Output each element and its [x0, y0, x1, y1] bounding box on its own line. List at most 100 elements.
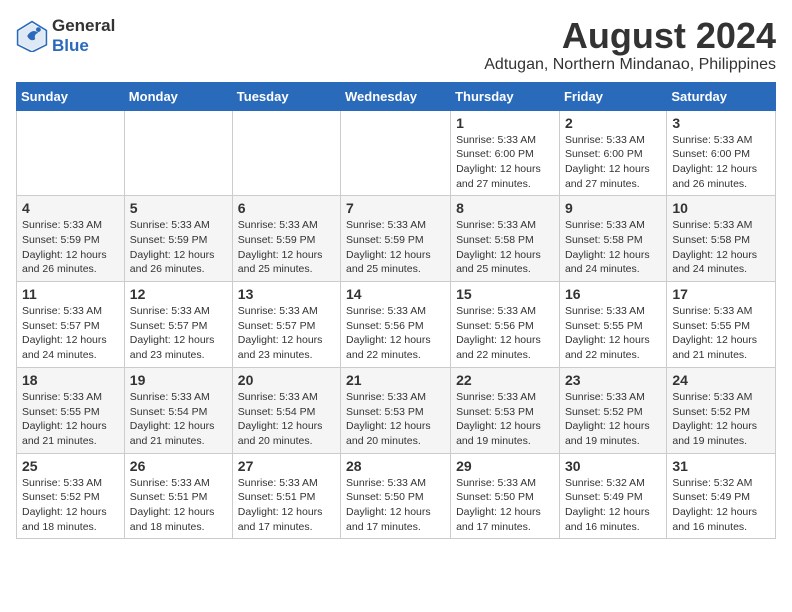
- logo-blue: Blue: [52, 36, 115, 56]
- calendar-cell: 19 Sunrise: 5:33 AMSunset: 5:54 PMDayligh…: [124, 367, 232, 453]
- day-number: 17: [672, 286, 770, 302]
- day-number: 21: [346, 372, 445, 388]
- weekday-header: Wednesday: [341, 82, 451, 110]
- day-info: Sunrise: 5:32 AMSunset: 5:49 PMDaylight:…: [565, 476, 661, 535]
- day-info: Sunrise: 5:33 AMSunset: 5:59 PMDaylight:…: [346, 218, 445, 277]
- calendar-cell: 29 Sunrise: 5:33 AMSunset: 5:50 PMDayligh…: [451, 453, 560, 539]
- day-number: 20: [238, 372, 335, 388]
- day-number: 9: [565, 200, 661, 216]
- weekday-header-row: SundayMondayTuesdayWednesdayThursdayFrid…: [17, 82, 776, 110]
- calendar-cell: 8Sunrise: 5:33 AMSunset: 5:58 PMDaylight…: [451, 196, 560, 282]
- calendar-cell: [341, 110, 451, 196]
- calendar-cell: 10Sunrise: 5:33 AMSunset: 5:58 PMDayligh…: [667, 196, 776, 282]
- weekday-header: Monday: [124, 82, 232, 110]
- day-info: Sunrise: 5:33 AMSunset: 5:52 PMDaylight:…: [672, 390, 770, 449]
- day-number: 7: [346, 200, 445, 216]
- calendar-cell: 7 Sunrise: 5:33 AMSunset: 5:59 PMDaylight…: [341, 196, 451, 282]
- calendar-week-row: 4 Sunrise: 5:33 AMSunset: 5:59 PMDaylight…: [17, 196, 776, 282]
- month-year: August 2024: [484, 16, 776, 56]
- day-number: 23: [565, 372, 661, 388]
- day-number: 3: [672, 115, 770, 131]
- day-number: 27: [238, 458, 335, 474]
- calendar-week-row: 25Sunrise: 5:33 AMSunset: 5:52 PMDayligh…: [17, 453, 776, 539]
- day-number: 6: [238, 200, 335, 216]
- day-info: Sunrise: 5:33 AMSunset: 5:52 PMDaylight:…: [22, 476, 119, 535]
- logo-general: General: [52, 16, 115, 36]
- calendar-cell: 1Sunrise: 5:33 AMSunset: 6:00 PMDaylight…: [451, 110, 560, 196]
- calendar-cell: 30 Sunrise: 5:32 AMSunset: 5:49 PMDayligh…: [559, 453, 666, 539]
- day-number: 30: [565, 458, 661, 474]
- calendar-cell: 11 Sunrise: 5:33 AMSunset: 5:57 PMDayligh…: [17, 282, 125, 368]
- day-number: 10: [672, 200, 770, 216]
- calendar-cell: 14 Sunrise: 5:33 AMSunset: 5:56 PMDayligh…: [341, 282, 451, 368]
- day-info: Sunrise: 5:33 AMSunset: 5:55 PMDaylight:…: [565, 304, 661, 363]
- day-info: Sunrise: 5:33 AMSunset: 5:59 PMDaylight:…: [130, 218, 227, 277]
- day-number: 28: [346, 458, 445, 474]
- weekday-header: Friday: [559, 82, 666, 110]
- day-info: Sunrise: 5:33 AMSunset: 5:52 PMDaylight:…: [565, 390, 661, 449]
- day-info: Sunrise: 5:32 AMSunset: 5:49 PMDaylight:…: [672, 476, 770, 535]
- calendar-cell: 21 Sunrise: 5:33 AMSunset: 5:53 PMDayligh…: [341, 367, 451, 453]
- day-number: 19: [130, 372, 227, 388]
- day-number: 2: [565, 115, 661, 131]
- calendar-cell: 25Sunrise: 5:33 AMSunset: 5:52 PMDayligh…: [17, 453, 125, 539]
- day-info: Sunrise: 5:33 AMSunset: 5:57 PMDaylight:…: [130, 304, 227, 363]
- day-info: Sunrise: 5:33 AMSunset: 5:57 PMDaylight:…: [22, 304, 119, 363]
- day-info: Sunrise: 5:33 AMSunset: 5:54 PMDaylight:…: [130, 390, 227, 449]
- day-info: Sunrise: 5:33 AMSunset: 5:56 PMDaylight:…: [456, 304, 554, 363]
- day-number: 5: [130, 200, 227, 216]
- day-info: Sunrise: 5:33 AMSunset: 5:51 PMDaylight:…: [130, 476, 227, 535]
- calendar-week-row: 11 Sunrise: 5:33 AMSunset: 5:57 PMDayligh…: [17, 282, 776, 368]
- day-info: Sunrise: 5:33 AMSunset: 5:58 PMDaylight:…: [565, 218, 661, 277]
- day-info: Sunrise: 5:33 AMSunset: 5:56 PMDaylight:…: [346, 304, 445, 363]
- logo-text: General Blue: [52, 16, 115, 56]
- calendar-cell: 23 Sunrise: 5:33 AMSunset: 5:52 PMDayligh…: [559, 367, 666, 453]
- calendar-table: SundayMondayTuesdayWednesdayThursdayFrid…: [16, 82, 776, 540]
- calendar-cell: 15 Sunrise: 5:33 AMSunset: 5:56 PMDayligh…: [451, 282, 560, 368]
- day-number: 4: [22, 200, 119, 216]
- day-number: 13: [238, 286, 335, 302]
- day-number: 26: [130, 458, 227, 474]
- day-number: 29: [456, 458, 554, 474]
- weekday-header: Thursday: [451, 82, 560, 110]
- calendar-cell: 12 Sunrise: 5:33 AMSunset: 5:57 PMDayligh…: [124, 282, 232, 368]
- day-info: Sunrise: 5:33 AMSunset: 5:50 PMDaylight:…: [346, 476, 445, 535]
- day-info: Sunrise: 5:33 AMSunset: 5:53 PMDaylight:…: [456, 390, 554, 449]
- day-info: Sunrise: 5:33 AMSunset: 5:59 PMDaylight:…: [238, 218, 335, 277]
- calendar-cell: 17 Sunrise: 5:33 AMSunset: 5:55 PMDayligh…: [667, 282, 776, 368]
- day-number: 11: [22, 286, 119, 302]
- calendar-cell: 20 Sunrise: 5:33 AMSunset: 5:54 PMDayligh…: [232, 367, 340, 453]
- day-number: 12: [130, 286, 227, 302]
- day-info: Sunrise: 5:33 AMSunset: 6:00 PMDaylight:…: [565, 133, 661, 192]
- calendar-week-row: 18Sunrise: 5:33 AMSunset: 5:55 PMDayligh…: [17, 367, 776, 453]
- day-info: Sunrise: 5:33 AMSunset: 5:50 PMDaylight:…: [456, 476, 554, 535]
- calendar-cell: 2 Sunrise: 5:33 AMSunset: 6:00 PMDaylight…: [559, 110, 666, 196]
- calendar-cell: 18Sunrise: 5:33 AMSunset: 5:55 PMDayligh…: [17, 367, 125, 453]
- day-number: 24: [672, 372, 770, 388]
- day-number: 31: [672, 458, 770, 474]
- day-info: Sunrise: 5:33 AMSunset: 5:55 PMDaylight:…: [22, 390, 119, 449]
- calendar-cell: 13Sunrise: 5:33 AMSunset: 5:57 PMDayligh…: [232, 282, 340, 368]
- day-number: 16: [565, 286, 661, 302]
- calendar-cell: 16 Sunrise: 5:33 AMSunset: 5:55 PMDayligh…: [559, 282, 666, 368]
- calendar-cell: 28 Sunrise: 5:33 AMSunset: 5:50 PMDayligh…: [341, 453, 451, 539]
- day-info: Sunrise: 5:33 AMSunset: 5:53 PMDaylight:…: [346, 390, 445, 449]
- weekday-header: Saturday: [667, 82, 776, 110]
- calendar-cell: 26 Sunrise: 5:33 AMSunset: 5:51 PMDayligh…: [124, 453, 232, 539]
- day-info: Sunrise: 5:33 AMSunset: 5:59 PMDaylight:…: [22, 218, 119, 277]
- calendar-week-row: 1Sunrise: 5:33 AMSunset: 6:00 PMDaylight…: [17, 110, 776, 196]
- day-info: Sunrise: 5:33 AMSunset: 5:55 PMDaylight:…: [672, 304, 770, 363]
- logo: General Blue: [16, 16, 115, 56]
- calendar-cell: 5 Sunrise: 5:33 AMSunset: 5:59 PMDaylight…: [124, 196, 232, 282]
- title-block: August 2024 Adtugan, Northern Mindanao, …: [484, 16, 776, 74]
- day-number: 8: [456, 200, 554, 216]
- day-info: Sunrise: 5:33 AMSunset: 5:54 PMDaylight:…: [238, 390, 335, 449]
- day-number: 15: [456, 286, 554, 302]
- day-number: 14: [346, 286, 445, 302]
- location: Adtugan, Northern Mindanao, Philippines: [484, 56, 776, 74]
- calendar-cell: 4 Sunrise: 5:33 AMSunset: 5:59 PMDaylight…: [17, 196, 125, 282]
- day-info: Sunrise: 5:33 AMSunset: 5:51 PMDaylight:…: [238, 476, 335, 535]
- calendar-cell: 3Sunrise: 5:33 AMSunset: 6:00 PMDaylight…: [667, 110, 776, 196]
- calendar-cell: 22Sunrise: 5:33 AMSunset: 5:53 PMDayligh…: [451, 367, 560, 453]
- calendar-cell: [232, 110, 340, 196]
